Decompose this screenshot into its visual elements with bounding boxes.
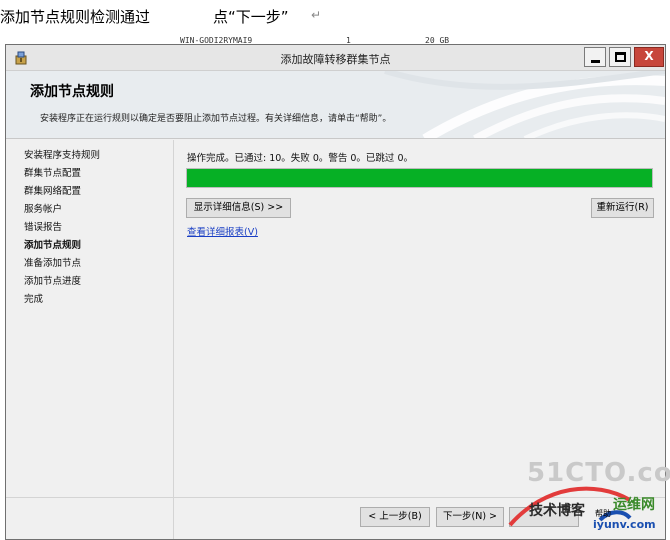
maximize-icon (615, 52, 626, 62)
progress-fill (187, 169, 652, 187)
watermark-net: 运维网 (613, 497, 655, 513)
watermark-domain: iyunv.com (593, 518, 656, 531)
caption-right-text: 点“下一步” (213, 8, 289, 26)
steps-list: 安装程序支持规则 群集节点配置 群集网络配置 服务帐户 错误报告 添加节点规则 … (24, 148, 100, 310)
page-description: 安装程序正在运行规则以确定是否要阻止添加节点过程。有关详细信息，请单击“帮助”。 (40, 114, 392, 124)
view-detailed-report-link[interactable]: 查看详细报表(V) (187, 224, 258, 238)
operation-status: 操作完成。已通过: 10。失败 0。警告 0。已跳过 0。 (187, 153, 414, 164)
step-error-reporting: 错误报告 (24, 222, 63, 233)
return-mark: ↵ (311, 8, 322, 22)
close-button[interactable]: X (634, 47, 664, 67)
rerun-button[interactable]: 重新运行(R) (591, 198, 654, 218)
window-title: 添加故障转移群集节点 (280, 53, 391, 66)
step-install-support-rules: 安装程序支持规则 (24, 150, 101, 161)
page-header: 添加节点规则 安装程序正在运行规则以确定是否要阻止添加节点过程。有关详细信息，请… (6, 71, 665, 139)
step-add-node-rules: 添加节点规则 (24, 240, 82, 251)
title-bar[interactable]: 添加故障转移群集节点 X (6, 45, 665, 71)
step-cluster-node-config: 群集节点配置 (24, 168, 82, 179)
steps-sidebar: 安装程序支持规则 群集节点配置 群集网络配置 服务帐户 错误报告 添加节点规则 … (6, 140, 174, 539)
close-icon: X (644, 49, 654, 63)
caption-left-text: 添加节点规则检测通过 (0, 8, 151, 26)
step-add-node-progress: 添加节点进度 (24, 276, 82, 287)
watermark-site: 51CTO.com (527, 458, 670, 488)
site-watermark: 51CTO.com 技术博客 运维网 帮助 iyunv.com (485, 450, 670, 540)
back-button[interactable]: < 上一步(B) (360, 507, 430, 527)
show-details-button[interactable]: 显示详细信息(S) >> (186, 198, 291, 218)
watermark-tagline: 技术博客 (529, 503, 585, 519)
step-cluster-network-config: 群集网络配置 (24, 186, 82, 197)
page-title: 添加节点规则 (30, 84, 114, 100)
minimize-icon (591, 60, 600, 63)
progress-bar (186, 168, 653, 188)
step-ready-to-add-node: 准备添加节点 (24, 258, 82, 269)
step-service-accounts: 服务帐户 (24, 204, 63, 215)
document-caption: 添加节点规则检测通过 点“下一步” ↵ (0, 6, 670, 28)
minimize-button[interactable] (584, 47, 606, 67)
header-decoration (384, 71, 665, 138)
step-complete: 完成 (24, 294, 44, 305)
maximize-button[interactable] (609, 47, 631, 67)
